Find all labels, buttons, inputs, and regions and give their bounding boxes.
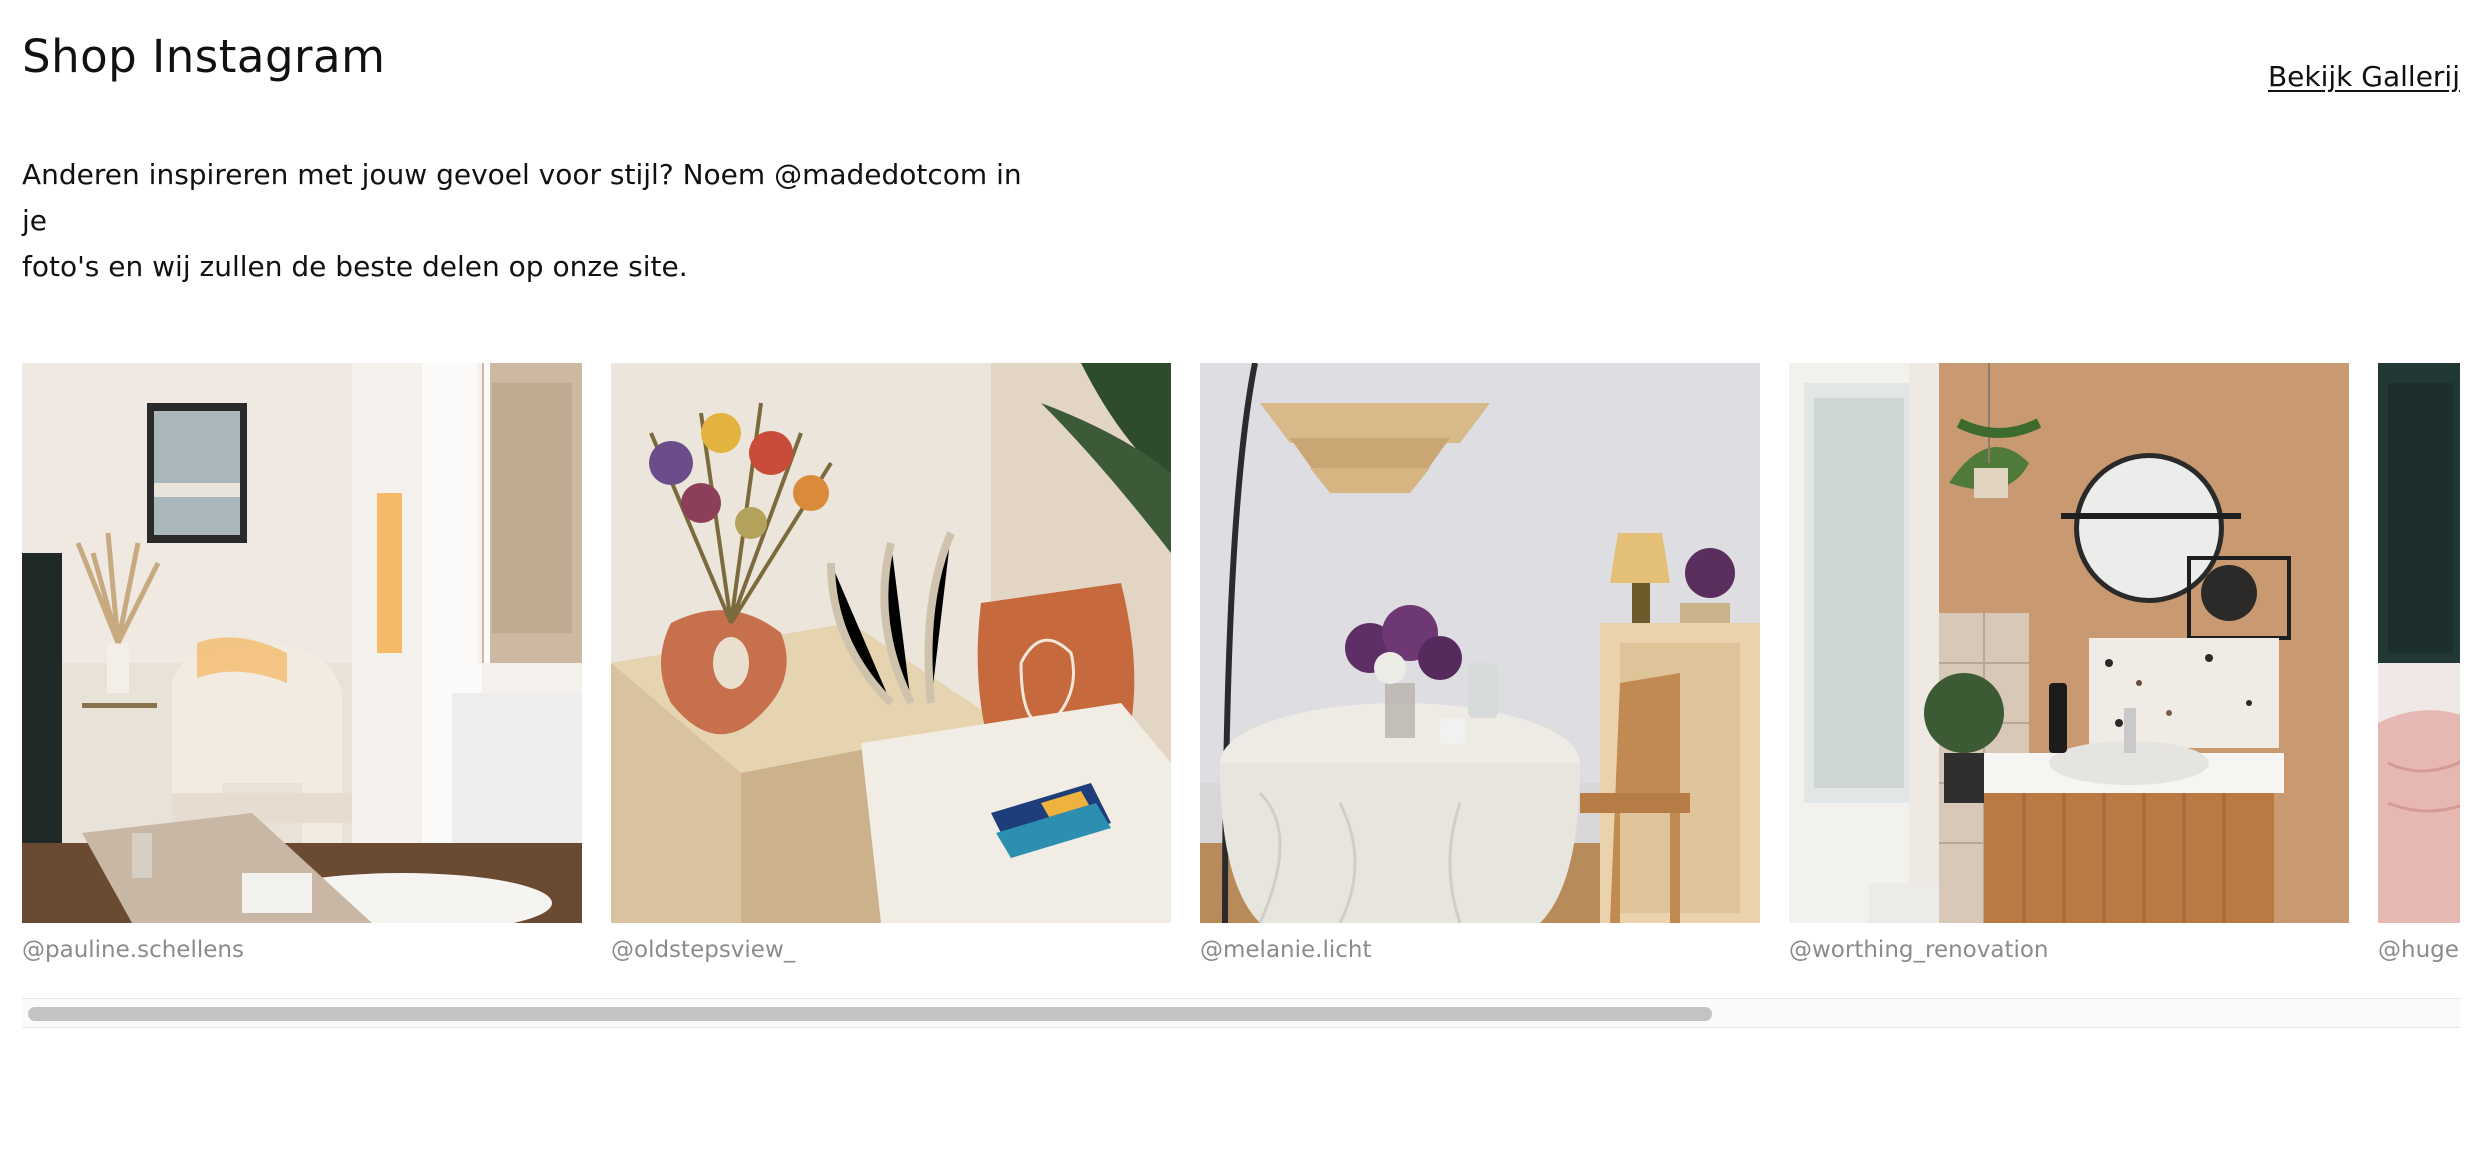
instagram-post-card[interactable]: @pauline.schellens [22,363,582,963]
view-gallery-link[interactable]: Bekijk Gallerij [2268,60,2460,93]
instagram-handle[interactable]: @pauline.schellens [22,937,582,963]
instagram-post-card[interactable]: @huges [2378,363,2460,963]
instagram-photo[interactable] [611,363,1171,923]
bedroom-photo [2378,363,2460,923]
intro-text: Anderen inspireren met jouw gevoel voor … [22,152,1022,290]
instagram-handle[interactable]: @oldstepsview_ [611,937,1171,963]
instagram-handle[interactable]: @melanie.licht [1200,937,1760,963]
instagram-photo[interactable] [2378,363,2460,923]
intro-line-1: Anderen inspireren met jouw gevoel voor … [22,158,1022,237]
living-room-armchair-photo [22,363,582,923]
instagram-carousel[interactable]: @pauline.schellens @oldstepsview_ @melan… [22,363,2460,983]
bathroom-vanity-photo [1789,363,2349,923]
instagram-post-card[interactable]: @melanie.licht [1200,363,1760,963]
section-title: Shop Instagram [22,30,386,83]
instagram-photo[interactable] [1789,363,2349,923]
instagram-post-card[interactable]: @worthing_renovation [1789,363,2349,963]
instagram-post-card[interactable]: @oldstepsview_ [611,363,1171,963]
instagram-handle[interactable]: @huges [2378,937,2460,963]
instagram-photo[interactable] [22,363,582,923]
dried-flowers-vase-photo [611,363,1171,923]
scrollbar-thumb[interactable] [28,1007,1712,1021]
instagram-photo[interactable] [1200,363,1760,923]
instagram-handle[interactable]: @worthing_renovation [1789,937,2349,963]
intro-line-2: foto's en wij zullen de beste delen op o… [22,250,688,283]
dining-table-lilacs-photo [1200,363,1760,923]
carousel-scrollbar[interactable] [22,998,2460,1028]
